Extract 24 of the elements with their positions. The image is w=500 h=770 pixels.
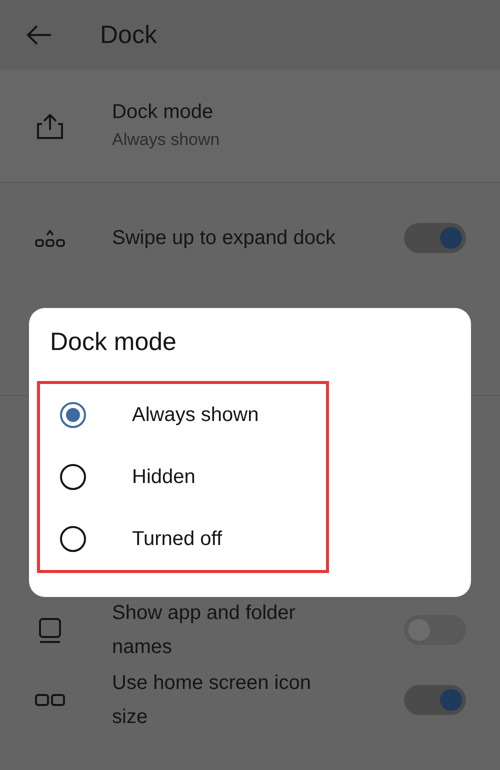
option-label[interactable]: Hidden [132,466,196,488]
dialog-title: Dock mode [50,328,178,357]
square-icon [38,616,62,644]
radio-button[interactable] [60,526,86,552]
setting-title: Show app and folder names [112,601,296,660]
option-label[interactable]: Turned off [132,528,222,550]
toggle-switch[interactable] [404,223,466,253]
setting-title: Dock mode [112,100,214,125]
setting-title: Use home screen icon size [112,671,312,730]
toggle-switch[interactable] [404,685,466,715]
option-label[interactable]: Always shown [132,404,259,426]
dock-icon [35,229,65,247]
upload-icon [35,114,65,138]
squares-icon [35,694,65,706]
settings-row[interactable]: Show app and folder names [0,595,500,665]
settings-row[interactable]: Swipe up to expand dock [0,183,500,293]
settings-row[interactable]: Dock mode Always shown [0,70,500,182]
setting-value: Always shown [112,129,221,151]
screen-title: Dock [100,20,157,50]
radio-button[interactable] [60,464,86,490]
setting-title: Swipe up to expand dock [112,226,336,251]
settings-row[interactable]: Use home screen icon size [0,665,500,735]
radio-button[interactable] [60,402,86,428]
back-arrow-icon[interactable] [26,25,52,45]
